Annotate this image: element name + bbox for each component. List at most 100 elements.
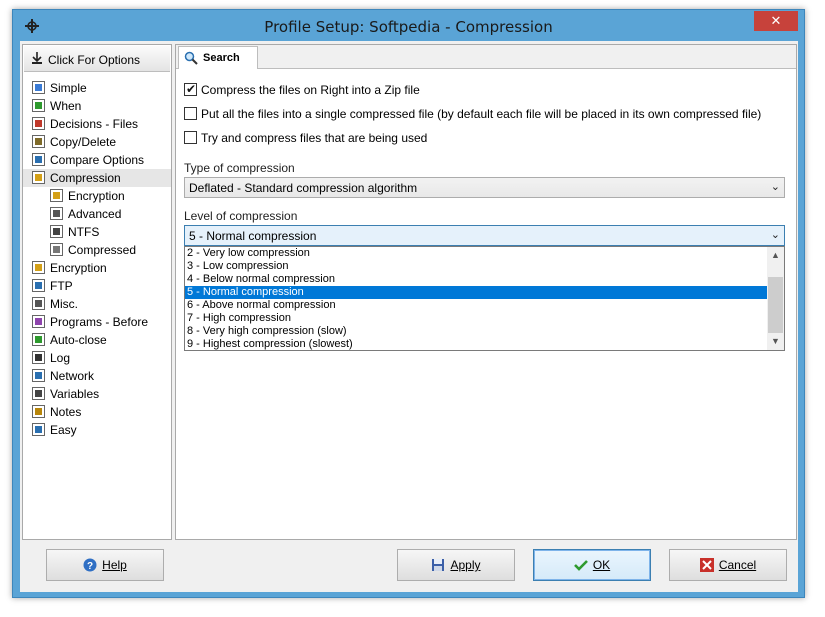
sidebar-item-programs-before[interactable]: Programs - Before — [23, 313, 171, 331]
options-tree: Simple When Decisions - Files Copy/Delete Co… — [23, 79, 171, 439]
compressed-icon — [50, 243, 63, 256]
type-of-compression-select[interactable]: Deflated - Standard compression algorith… — [184, 177, 785, 198]
sidebar-item-label: Encryption — [50, 261, 107, 275]
misc-icon — [32, 297, 45, 310]
sidebar-item-copy-delete[interactable]: Copy/Delete — [23, 133, 171, 151]
sidebar-item-ntfs[interactable]: NTFS — [23, 223, 171, 241]
dropdown-scrollbar[interactable]: ▲ ▼ — [767, 247, 784, 350]
help-button[interactable]: ? Help — [46, 549, 164, 581]
sidebar-item-encryption[interactable]: Encryption — [23, 187, 171, 205]
chevron-down-icon: ⌄ — [770, 229, 780, 241]
select-value: Deflated - Standard compression algorith… — [189, 181, 418, 195]
sidebar-item-compare-options[interactable]: Compare Options — [23, 151, 171, 169]
sidebar-item-label: FTP — [50, 279, 73, 293]
network-icon — [32, 369, 45, 382]
sidebar-item-ftp[interactable]: FTP — [23, 277, 171, 295]
apply-button[interactable]: Apply — [397, 549, 515, 581]
sidebar-item-notes[interactable]: Notes — [23, 403, 171, 421]
close-button[interactable]: ✕ — [754, 11, 798, 31]
ftp-icon — [32, 279, 45, 292]
level-option[interactable]: 2 - Very low compression — [185, 247, 768, 260]
sidebar-item-label: Advanced — [68, 207, 122, 221]
advanced-icon — [50, 207, 63, 220]
level-option[interactable]: 7 - High compression — [185, 312, 768, 325]
checkmark-icon — [573, 558, 588, 575]
sidebar-item-label: Notes — [50, 405, 82, 419]
level-option[interactable]: 9 - Highest compression (slowest) — [185, 338, 768, 351]
sidebar-item-when[interactable]: When — [23, 97, 171, 115]
ok-button[interactable]: OK — [533, 549, 651, 581]
compression-icon — [32, 171, 45, 184]
decisions-icon — [32, 117, 45, 130]
tab-bar: Search — [176, 45, 796, 69]
sidebar-item-encryption[interactable]: Encryption — [23, 259, 171, 277]
scroll-thumb[interactable] — [768, 277, 783, 333]
sidebar-item-label: Encryption — [68, 189, 125, 203]
sidebar-item-label: Network — [50, 369, 95, 383]
checkbox-box[interactable] — [184, 107, 197, 120]
search-icon — [184, 51, 198, 68]
sidebar-item-label: When — [50, 99, 82, 113]
help-icon: ? — [83, 558, 97, 575]
scroll-up-icon[interactable]: ▲ — [767, 247, 784, 264]
sidebar-item-easy[interactable]: Easy — [23, 421, 171, 439]
sidebar-item-label: Programs - Before — [50, 315, 149, 329]
sidebar-item-label: Variables — [50, 387, 100, 401]
level-option[interactable]: 8 - Very high compression (slow) — [185, 325, 768, 338]
sidebar-item-network[interactable]: Network — [23, 367, 171, 385]
level-option[interactable]: 4 - Below normal compression — [185, 273, 768, 286]
sidebar-item-label: Misc. — [50, 297, 78, 311]
sidebar-item-compression[interactable]: Compression — [23, 169, 171, 187]
sidebar-item-advanced[interactable]: Advanced — [23, 205, 171, 223]
sidebar-item-log[interactable]: Log — [23, 349, 171, 367]
dropdown-options: 2 - Very low compression 3 - Low compress… — [185, 247, 784, 351]
auto-close-icon — [32, 333, 45, 346]
sidebar-item-compressed[interactable]: Compressed — [23, 241, 171, 259]
sidebar-item-variables[interactable]: Variables — [23, 385, 171, 403]
scroll-down-icon[interactable]: ▼ — [767, 333, 784, 350]
level-option[interactable]: 5 - Normal compression — [185, 286, 768, 299]
content-panel: Search Compress the files on Right into … — [175, 44, 797, 540]
sidebar-item-label: Log — [50, 351, 71, 365]
checkbox-box[interactable] — [184, 81, 197, 97]
window-title: Profile Setup: Softpedia - Compression — [264, 18, 553, 36]
help-button-label: Help — [102, 558, 127, 572]
checkbox-box[interactable] — [184, 131, 197, 144]
sidebar-item-label: Simple — [50, 81, 87, 95]
sidebar: Click For Options Simple When Decisions - … — [22, 44, 172, 540]
checkbox-label: Try and compress files that are being us… — [201, 131, 428, 145]
cancel-x-icon — [699, 558, 714, 575]
sidebar-item-label: Compression — [50, 171, 121, 185]
cancel-button[interactable]: Cancel — [669, 549, 787, 581]
compression-panel: Compress the files on Right into a Zip f… — [176, 70, 796, 539]
sidebar-item-label: Auto-close — [50, 333, 107, 347]
sidebar-item-simple[interactable]: Simple — [23, 79, 171, 97]
lock-icon — [50, 189, 63, 202]
sidebar-item-label: Decisions - Files — [50, 117, 139, 131]
easy-icon — [32, 423, 45, 436]
notes-icon — [32, 405, 45, 418]
profile-setup-window: Profile Setup: Softpedia - Compression ✕… — [12, 9, 805, 598]
click-for-options-button[interactable]: Click For Options — [24, 46, 170, 72]
type-of-compression-label: Type of compression — [184, 161, 295, 175]
sidebar-item-auto-close[interactable]: Auto-close — [23, 331, 171, 349]
svg-text:?: ? — [87, 561, 93, 572]
ok-button-label: OK — [592, 558, 611, 572]
title-bar[interactable]: Profile Setup: Softpedia - Compression ✕ — [13, 10, 804, 41]
options-button-label: Click For Options — [48, 53, 141, 67]
checkbox-label: Compress the files on Right into a Zip f… — [201, 83, 420, 97]
apply-button-label: Apply — [450, 558, 481, 572]
log-icon — [32, 351, 45, 364]
sidebar-item-label: Compressed — [68, 243, 137, 257]
compare-icon — [32, 153, 45, 166]
level-option[interactable]: 6 - Above normal compression — [185, 299, 768, 312]
tab-search[interactable]: Search — [178, 46, 258, 69]
level-option[interactable]: 3 - Low compression — [185, 260, 768, 273]
level-of-compression-select[interactable]: 5 - Normal compression ⌄ — [184, 225, 785, 246]
sidebar-item-decisions-files[interactable]: Decisions - Files — [23, 115, 171, 133]
sidebar-item-label: NTFS — [68, 225, 100, 239]
level-of-compression-label: Level of compression — [184, 209, 298, 223]
sidebar-item-label: Easy — [50, 423, 77, 437]
sidebar-item-label: Compare Options — [50, 153, 145, 167]
sidebar-item-misc[interactable]: Misc. — [23, 295, 171, 313]
